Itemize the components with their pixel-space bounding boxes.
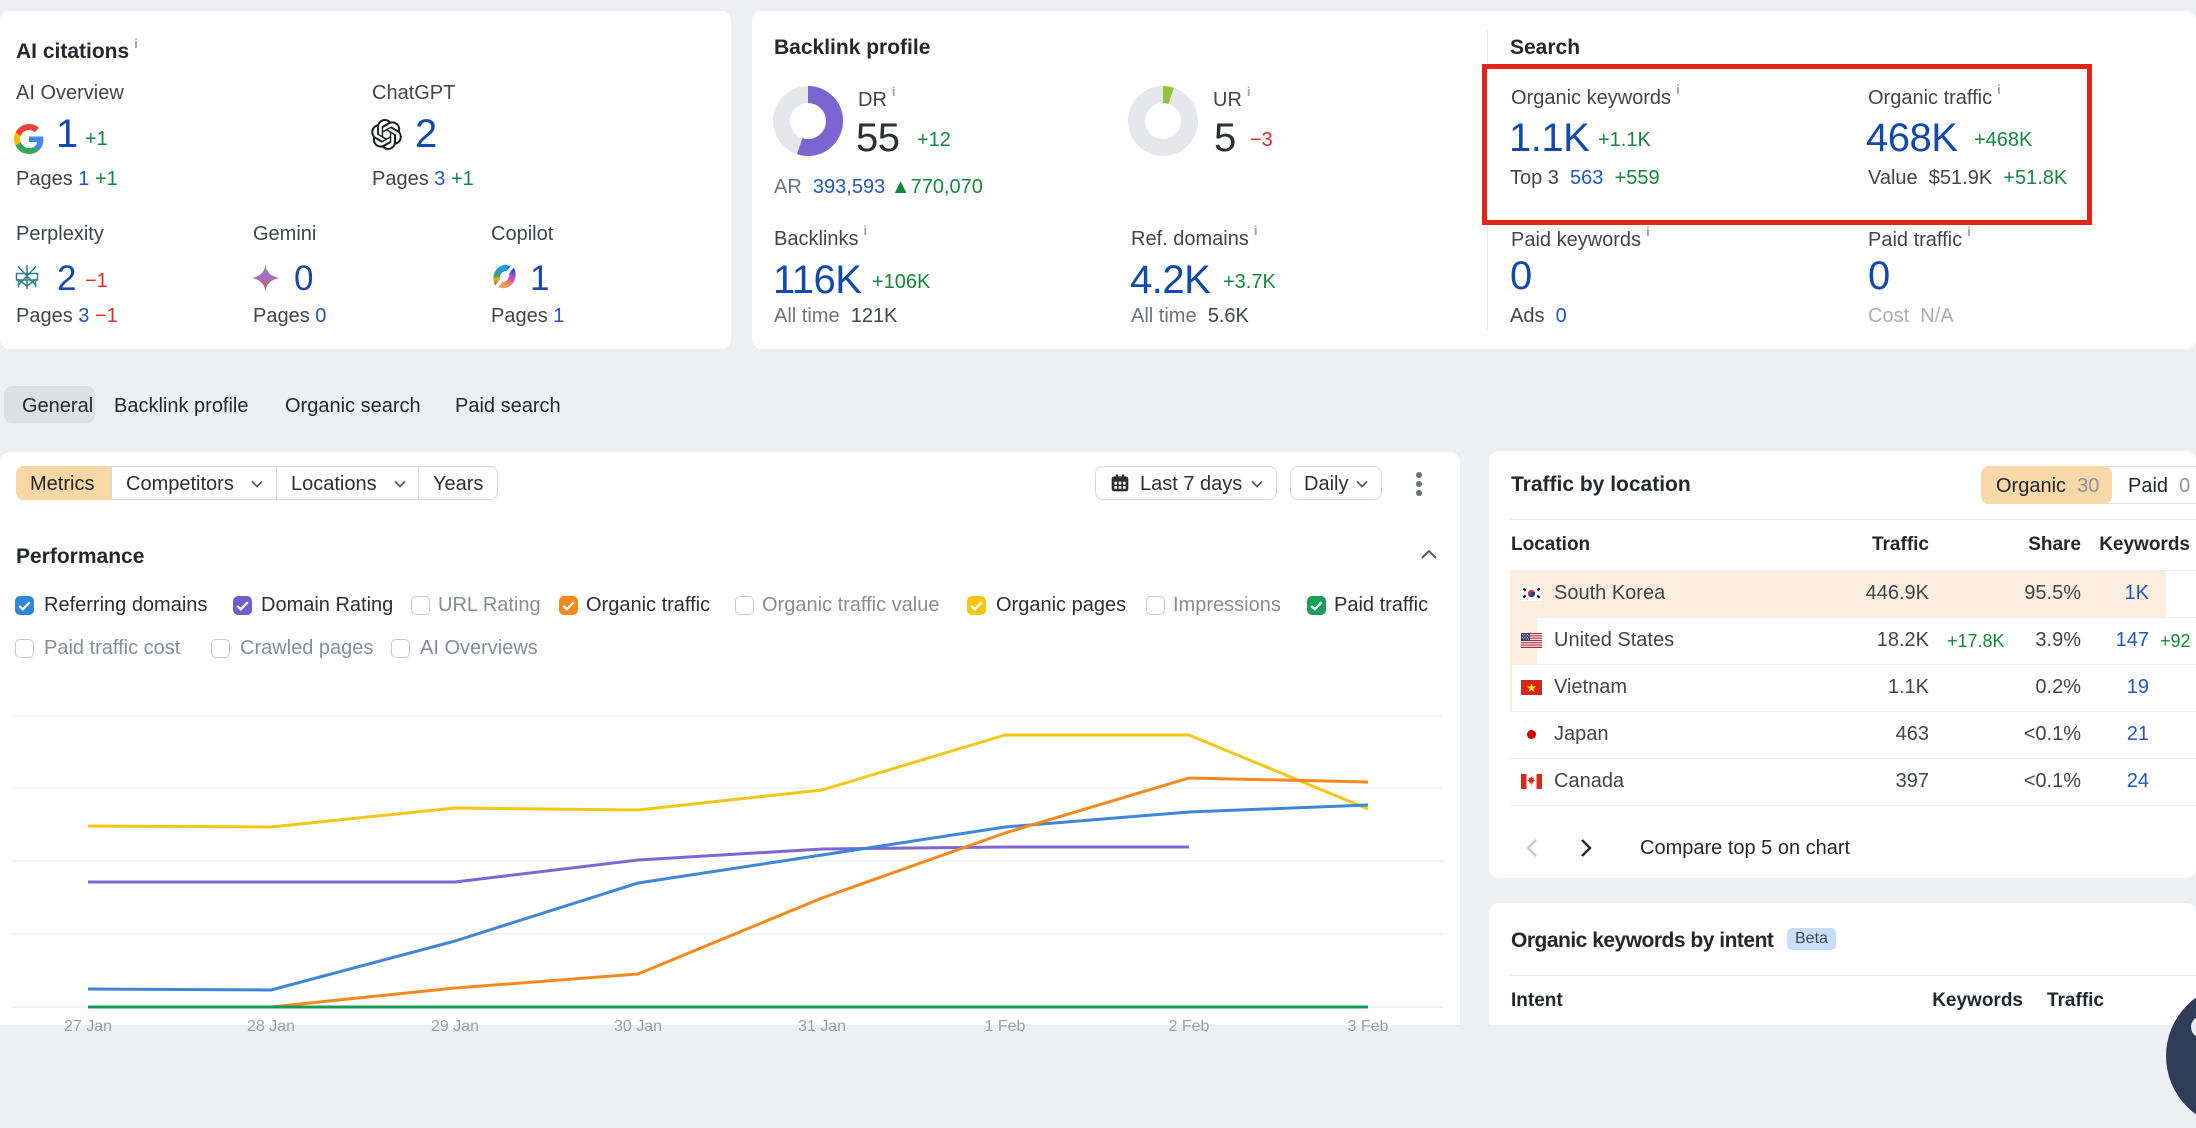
svg-text:30 Jan: 30 Jan bbox=[614, 1018, 662, 1035]
svg-text:3 Feb: 3 Feb bbox=[1348, 1018, 1389, 1035]
svg-text:1 Feb: 1 Feb bbox=[985, 1018, 1026, 1035]
svg-text:2 Feb: 2 Feb bbox=[1169, 1018, 1210, 1035]
svg-text:31 Jan: 31 Jan bbox=[798, 1018, 846, 1035]
svg-text:29 Jan: 29 Jan bbox=[431, 1018, 479, 1035]
svg-text:27 Jan: 27 Jan bbox=[64, 1018, 112, 1035]
svg-text:28 Jan: 28 Jan bbox=[247, 1018, 295, 1035]
